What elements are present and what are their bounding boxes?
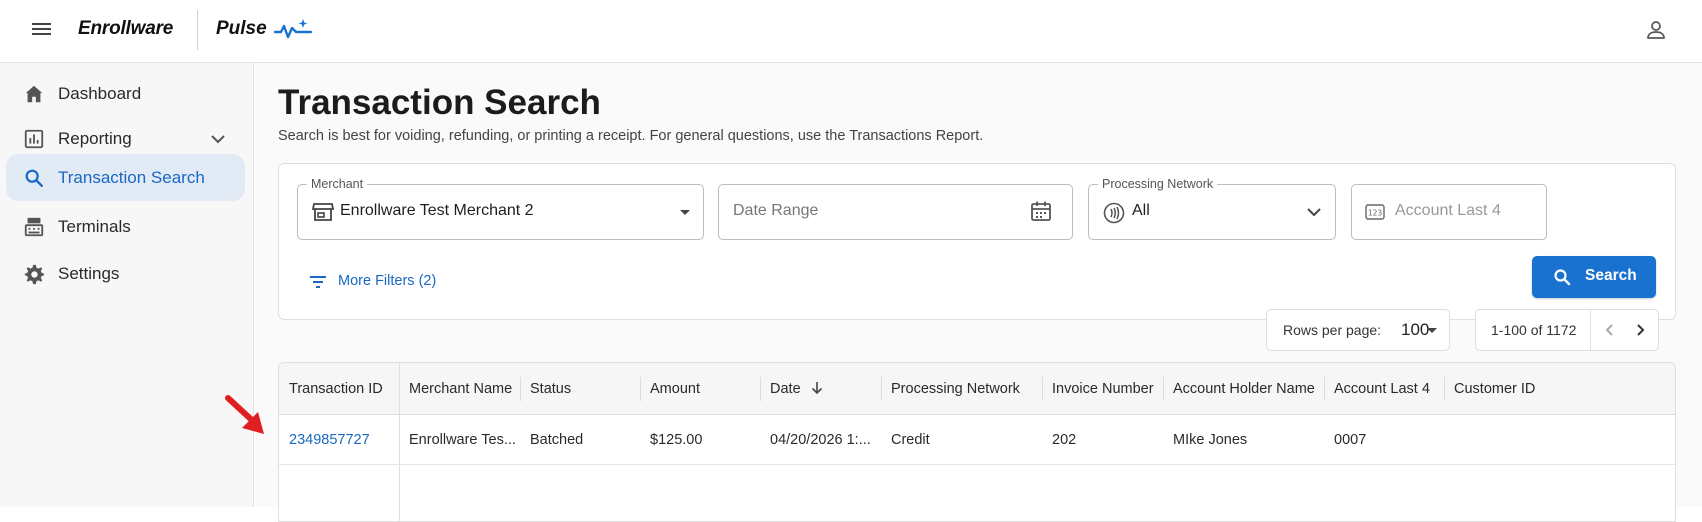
pagination-range: 1-100 of 1172 bbox=[1491, 322, 1577, 338]
filter-icon bbox=[310, 276, 326, 288]
dropdown-arrow-icon bbox=[680, 210, 690, 215]
cell-invoice-number: 202 bbox=[1052, 432, 1077, 448]
transaction-id-link[interactable]: 2349857727 bbox=[279, 432, 370, 448]
search-button-label: Search bbox=[1585, 267, 1637, 284]
brand-divider bbox=[197, 10, 198, 50]
merchant-select[interactable]: Merchant Enrollware Test Merchant 2 bbox=[297, 177, 704, 240]
main-content: Transaction Search Search is best for vo… bbox=[255, 63, 1702, 522]
sidebar-item-label: Terminals bbox=[58, 217, 131, 236]
cell-date: 04/20/2026 1:... bbox=[770, 432, 871, 448]
cell-account-holder-name: MIke Jones bbox=[1173, 432, 1248, 448]
filter-card: Merchant Enrollware Test Merchant 2 Date… bbox=[278, 163, 1676, 320]
search-button[interactable]: Search bbox=[1532, 256, 1656, 298]
sidebar-item-label: Dashboard bbox=[58, 84, 142, 103]
chevron-left-icon[interactable] bbox=[1602, 322, 1618, 338]
column-header-transaction-id[interactable]: Transaction ID bbox=[279, 363, 383, 415]
numbers-icon: 123 bbox=[1365, 204, 1385, 220]
column-header-invoice-number[interactable]: Invoice Number bbox=[1042, 363, 1154, 415]
cell-amount: $125.00 bbox=[650, 432, 703, 448]
cell-processing-network: Credit bbox=[891, 432, 930, 448]
menu-icon[interactable] bbox=[28, 20, 56, 44]
transactions-table: Transaction ID Merchant Name Status Amou… bbox=[278, 362, 1676, 522]
calendar-icon[interactable] bbox=[1030, 200, 1052, 222]
chevron-down-icon bbox=[1307, 208, 1321, 217]
store-icon bbox=[312, 203, 334, 221]
column-header-date-label: Date bbox=[770, 381, 801, 397]
processing-network-select[interactable]: Processing Network All bbox=[1088, 177, 1336, 240]
processing-network-label: Processing Network bbox=[1098, 177, 1218, 191]
sidebar-item-dashboard[interactable]: Dashboard bbox=[6, 70, 245, 117]
page-subtitle: Search is best for voiding, refunding, o… bbox=[278, 128, 984, 144]
sidebar-item-label: Reporting bbox=[58, 129, 132, 148]
rows-per-page-label: Rows per page: bbox=[1283, 322, 1382, 338]
pulse-logo-icon bbox=[273, 19, 313, 39]
pagination-control: 1-100 of 1172 bbox=[1475, 309, 1659, 351]
more-filters-label: More Filters (2) bbox=[338, 273, 437, 289]
merchant-value: Enrollware Test Merchant 2 bbox=[340, 202, 534, 219]
column-header-customer-id[interactable]: Customer ID bbox=[1444, 363, 1535, 415]
bar-chart-icon bbox=[24, 129, 44, 149]
search-icon bbox=[1554, 269, 1571, 286]
column-header-date[interactable]: Date bbox=[760, 363, 823, 415]
dropdown-arrow-icon[interactable] bbox=[1426, 325, 1438, 335]
pagination-divider bbox=[1590, 310, 1591, 350]
chevron-right-icon[interactable] bbox=[1632, 322, 1648, 338]
user-account-icon[interactable] bbox=[1644, 18, 1668, 42]
home-icon bbox=[25, 85, 43, 103]
product-name: Pulse bbox=[216, 18, 267, 39]
sidebar-item-terminals[interactable]: Terminals bbox=[6, 203, 245, 250]
processing-network-value: All bbox=[1132, 202, 1150, 219]
account-last4-placeholder: Account Last 4 bbox=[1395, 202, 1501, 219]
search-icon bbox=[25, 169, 43, 187]
cell-status: Batched bbox=[530, 432, 584, 448]
sidebar-nav: Dashboard Reporting Transaction Search T… bbox=[0, 63, 254, 507]
chevron-down-icon[interactable] bbox=[209, 130, 227, 148]
sidebar-item-label: Settings bbox=[58, 264, 120, 283]
column-header-account-holder-name[interactable]: Account Holder Name bbox=[1163, 363, 1315, 415]
sidebar-item-label: Transaction Search bbox=[58, 168, 205, 187]
svg-text:123: 123 bbox=[1368, 209, 1383, 218]
contactless-icon bbox=[1103, 202, 1125, 224]
terminal-icon bbox=[24, 217, 44, 237]
column-header-status[interactable]: Status bbox=[520, 363, 571, 415]
column-header-account-last-4[interactable]: Account Last 4 bbox=[1324, 363, 1430, 415]
merchant-label: Merchant bbox=[307, 177, 368, 191]
date-range-placeholder: Date Range bbox=[733, 202, 819, 219]
table-row[interactable]: 2349857727 Enrollware Tes... Batched $12… bbox=[279, 415, 1675, 465]
column-header-merchant-name[interactable]: Merchant Name bbox=[399, 363, 512, 415]
rows-per-page-control: Rows per page: 100 bbox=[1266, 309, 1450, 351]
date-range-field[interactable]: Date Range bbox=[718, 184, 1073, 240]
sort-descending-icon[interactable] bbox=[811, 381, 823, 395]
page-title: Transaction Search bbox=[278, 83, 601, 122]
annotation-arrow-icon bbox=[225, 395, 264, 434]
account-last4-field[interactable]: 123 Account Last 4 bbox=[1351, 184, 1547, 240]
table-header: Transaction ID Merchant Name Status Amou… bbox=[279, 363, 1675, 415]
cell-account-last-4: 0007 bbox=[1334, 432, 1367, 448]
sidebar-item-transaction-search[interactable]: Transaction Search bbox=[6, 154, 245, 201]
column-header-amount[interactable]: Amount bbox=[640, 363, 700, 415]
column-header-processing-network[interactable]: Processing Network bbox=[881, 363, 1020, 415]
gear-icon bbox=[24, 264, 45, 285]
top-app-bar: Enrollware Pulse bbox=[0, 0, 1702, 63]
brand-logo: Enrollware bbox=[78, 18, 174, 39]
cell-merchant-name: Enrollware Tes... bbox=[409, 432, 516, 448]
sidebar-item-settings[interactable]: Settings bbox=[6, 250, 245, 297]
